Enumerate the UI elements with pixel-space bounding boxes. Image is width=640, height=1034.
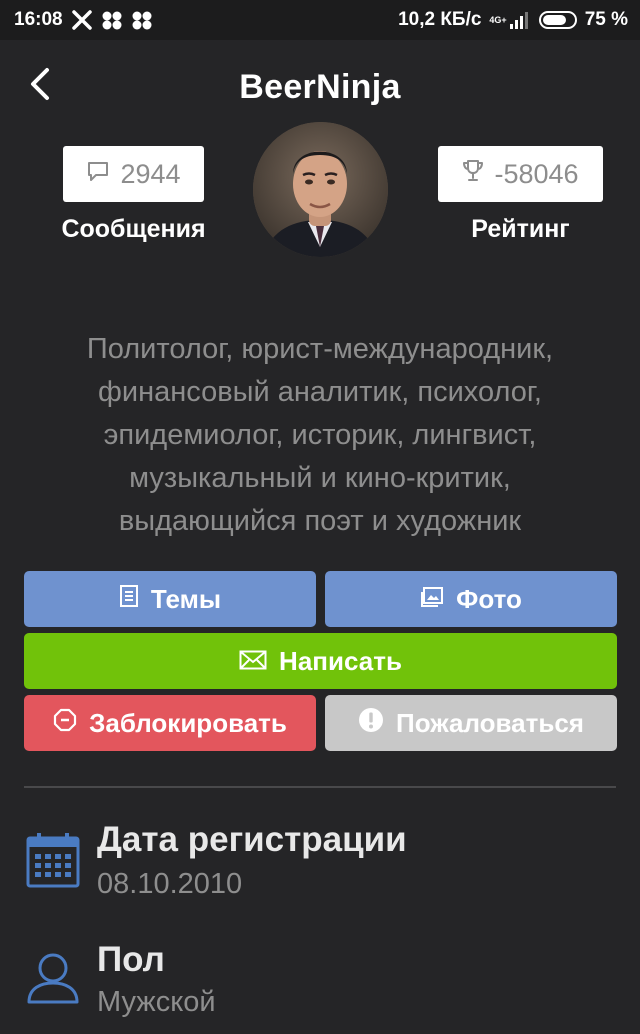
signal-icon: 4G+ — [489, 10, 530, 30]
avatar[interactable] — [253, 122, 388, 257]
block-button[interactable]: Заблокировать — [24, 695, 316, 751]
block-label: Заблокировать — [89, 707, 287, 738]
messages-label: Сообщения — [61, 215, 206, 243]
block-octagon-icon — [53, 708, 77, 739]
topics-button[interactable]: Темы — [24, 571, 316, 627]
envelope-icon — [239, 646, 267, 677]
app-notification-icon-2 — [131, 10, 153, 30]
rating-value: -58046 — [494, 158, 579, 189]
alert-circle-icon — [358, 707, 384, 740]
status-bar-right: 10,2 КБ/с 4G+ 75 % — [398, 9, 628, 31]
trophy-icon — [462, 159, 484, 190]
registration-date-value: 08.10.2010 — [97, 868, 243, 900]
app-notification-icon — [101, 10, 123, 30]
status-bar: 16:08 10,2 КБ/с 4G+ 75 % — [0, 0, 640, 40]
report-button[interactable]: Пожаловаться — [325, 695, 617, 751]
user-icon — [26, 950, 80, 1011]
status-bar-left: 16:08 — [14, 9, 153, 31]
section-divider — [24, 786, 616, 788]
gender-label: Пол — [97, 940, 165, 979]
network-type: 4G+ — [489, 14, 507, 25]
battery-icon — [538, 11, 577, 29]
avatar-photo — [253, 122, 388, 257]
messages-count: 2944 — [120, 158, 181, 189]
rating-box[interactable]: -58046 — [438, 146, 603, 202]
photo-label: Фото — [456, 583, 522, 614]
network-speed: 10,2 КБ/с — [398, 9, 482, 30]
bio-line: выдающийся поэт и художник — [118, 505, 522, 537]
topics-label: Темы — [150, 583, 222, 614]
bio-line: эпидемиолог, историк, лингвист, — [103, 419, 537, 451]
registration-date-label: Дата регистрации — [97, 820, 407, 859]
report-label: Пожаловаться — [396, 707, 584, 738]
image-icon — [420, 584, 444, 615]
write-label: Написать — [279, 645, 402, 676]
rating-label: Рейтинг — [471, 215, 570, 243]
document-icon — [119, 584, 139, 615]
tools-notification-icon — [71, 10, 93, 30]
messages-count-box[interactable]: 2944 — [63, 146, 204, 202]
chat-bubble-icon — [86, 159, 110, 190]
write-message-button[interactable]: Написать — [24, 633, 617, 689]
bio-line: Политолог, юрист-международник, — [86, 333, 554, 365]
battery-percent: 75 % — [584, 9, 628, 30]
page-title: BeerNinja — [239, 68, 401, 106]
gender-value: Мужской — [97, 986, 216, 1018]
profile-bio: Политолог, юрист-международник, финансов… — [30, 328, 610, 543]
bio-line: финансовый аналитик, психолог, — [98, 376, 542, 408]
calendar-icon — [26, 832, 80, 893]
status-time: 16:08 — [14, 9, 63, 30]
bio-line: музыкальный и кино-критик, — [129, 462, 511, 494]
photo-button[interactable]: Фото — [325, 571, 617, 627]
